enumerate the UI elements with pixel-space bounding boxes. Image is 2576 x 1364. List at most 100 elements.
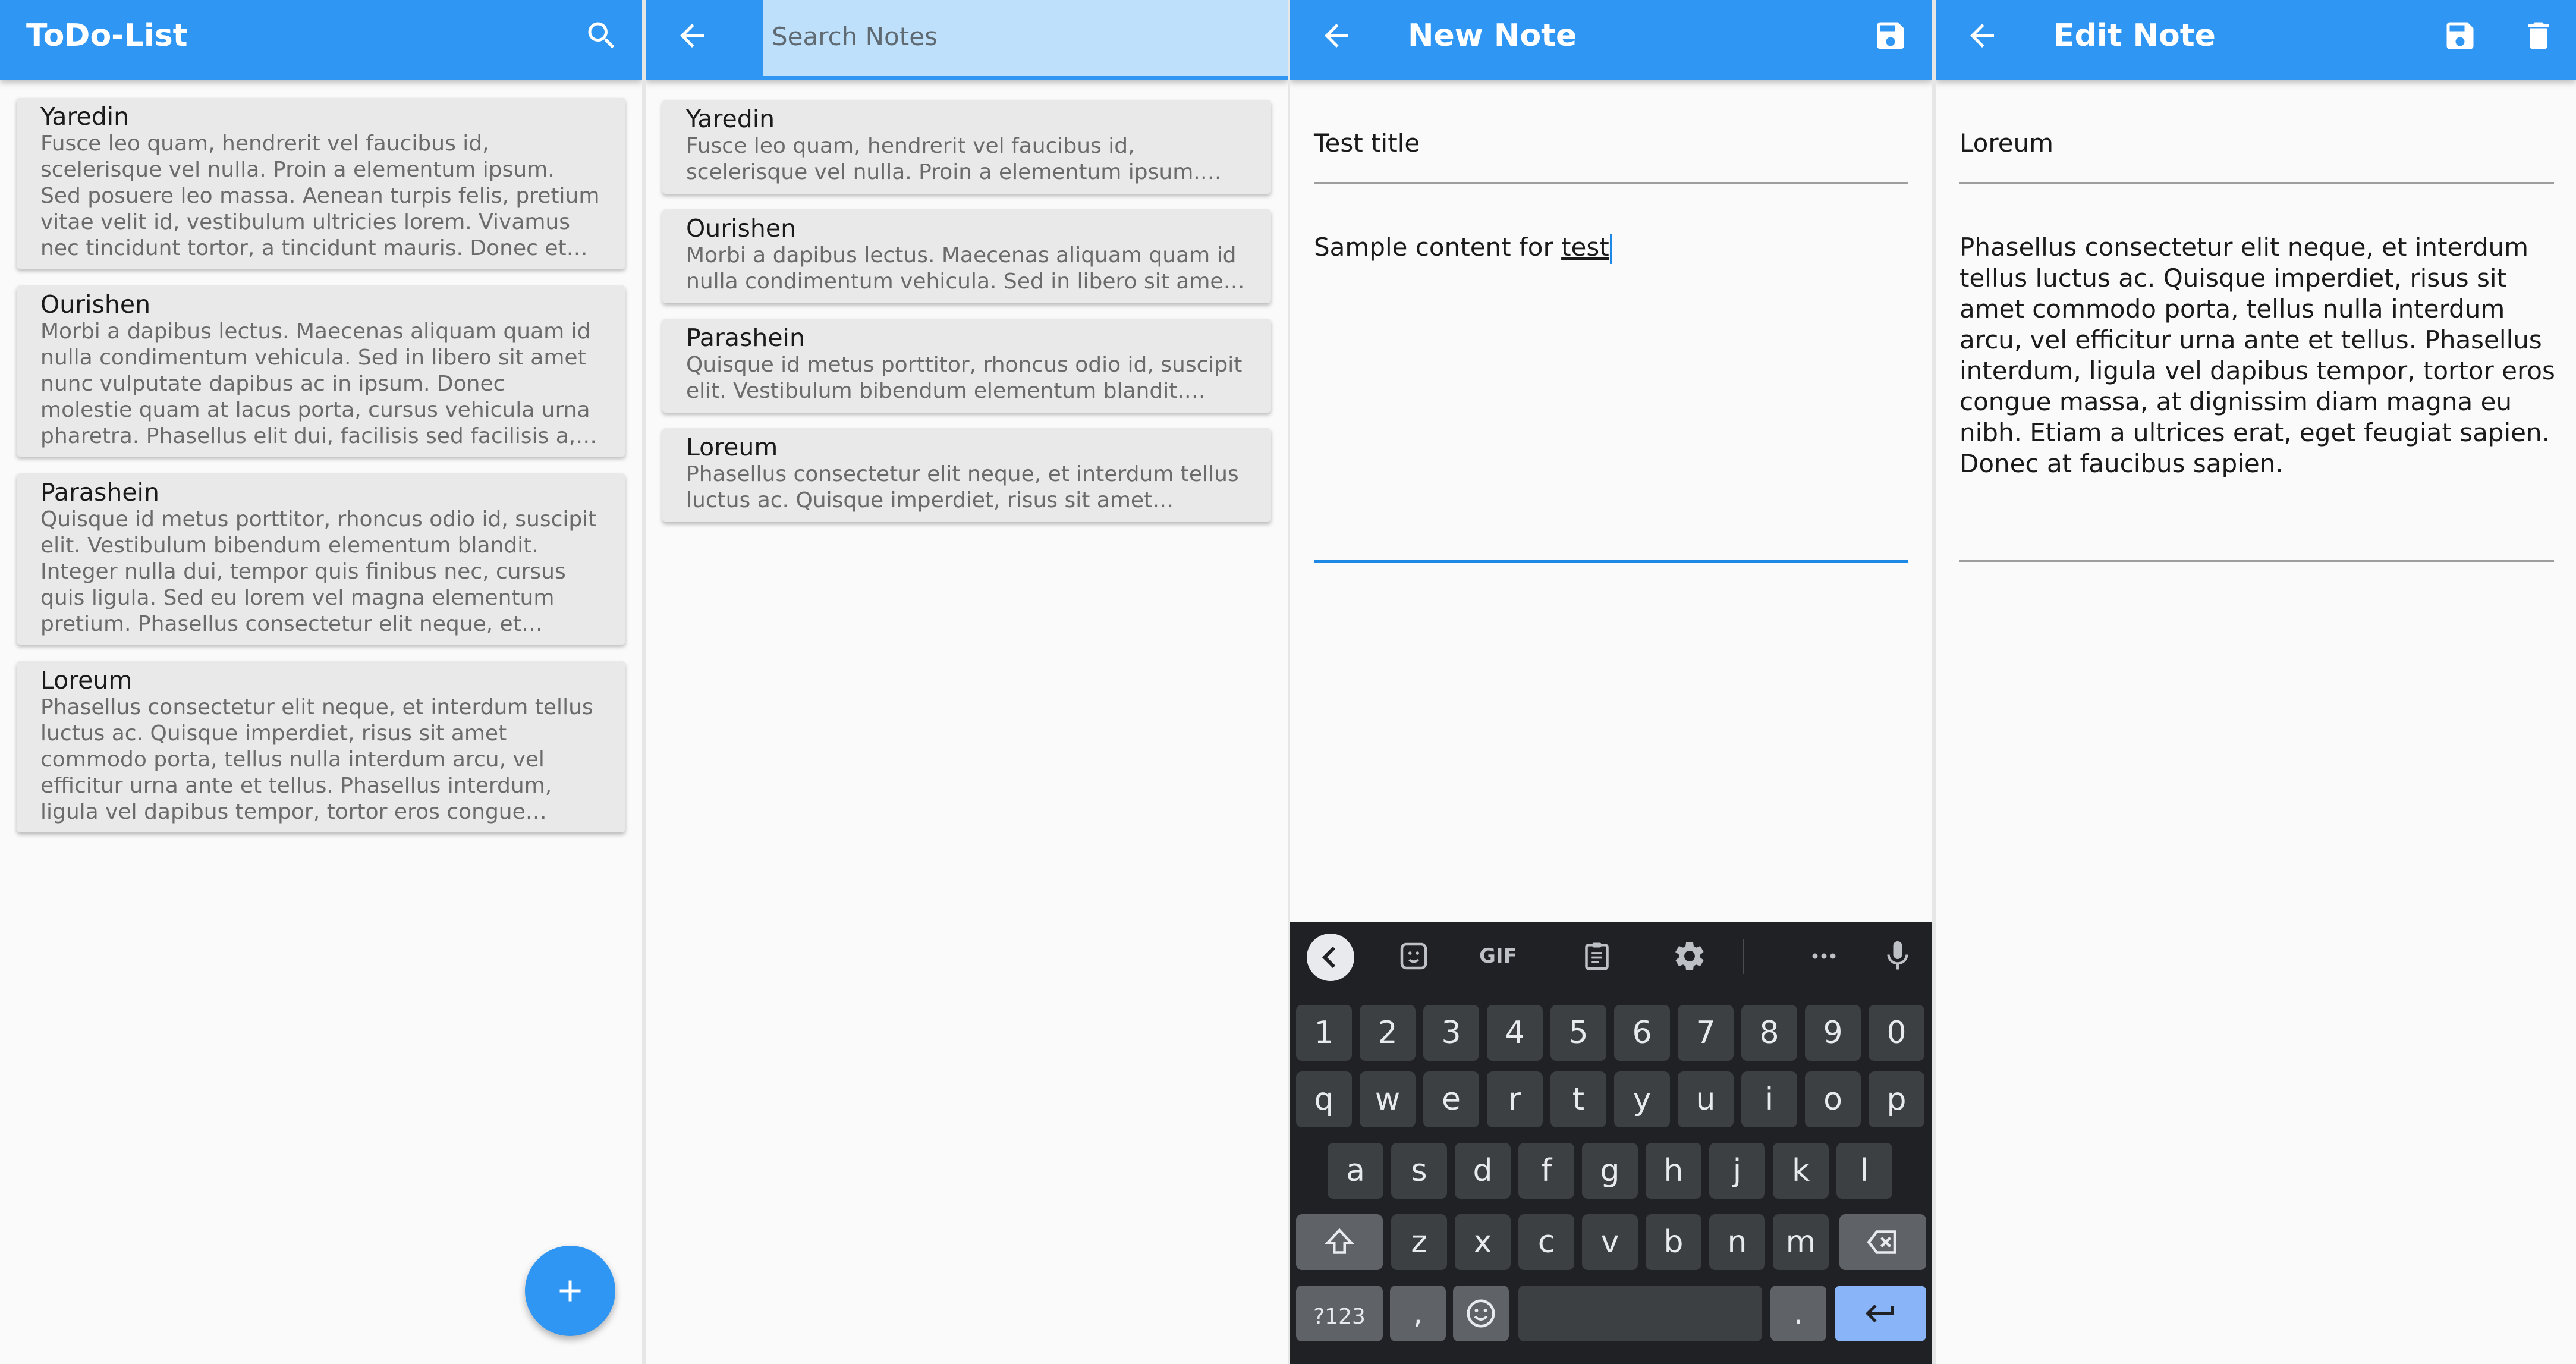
number-key-4[interactable]: 4 — [1487, 1005, 1543, 1061]
title-field[interactable]: Loreum — [1959, 128, 2053, 159]
number-key-8[interactable]: 8 — [1741, 1005, 1797, 1061]
clipboard-icon[interactable] — [1579, 938, 1615, 974]
soft-keyboard: GIF 1234567890 qwertyuiop asdfghjkl z x … — [1290, 922, 1932, 1364]
backspace-key[interactable] — [1839, 1214, 1926, 1270]
note-card-parashein[interactable]: Parashein Quisque id metus porttitor, rh… — [17, 473, 625, 645]
note-card-yaredin[interactable]: Yaredin Fusce leo quam, hendrerit vel fa… — [662, 100, 1271, 194]
letter-key-h[interactable]: h — [1646, 1143, 1701, 1199]
search-screen: Yaredin Fusce leo quam, hendrerit vel fa… — [646, 0, 1288, 1364]
gif-button[interactable]: GIF — [1479, 938, 1517, 974]
letter-key-m[interactable]: m — [1773, 1214, 1829, 1270]
app-bar — [646, 0, 1288, 80]
note-preview: Morbi a dapibus lectus. Maecenas aliquam… — [40, 319, 591, 448]
number-key-1[interactable]: 1 — [1296, 1005, 1352, 1061]
back-arrow-icon[interactable] — [1319, 18, 1354, 54]
keyboard-toolbar: GIF — [1290, 922, 1932, 991]
number-key-2[interactable]: 2 — [1360, 1005, 1416, 1061]
chevron-left-icon — [1322, 946, 1336, 969]
save-icon[interactable] — [2442, 18, 2478, 54]
settings-icon[interactable] — [1672, 938, 1707, 974]
app-title: ToDo-List — [26, 18, 188, 54]
letter-key-g[interactable]: g — [1582, 1143, 1638, 1199]
note-title: Yaredin — [40, 102, 130, 131]
symbols-key[interactable]: ?123 — [1296, 1286, 1383, 1341]
search-icon[interactable] — [584, 18, 619, 54]
number-key-7[interactable]: 7 — [1678, 1005, 1734, 1061]
letter-key-a[interactable]: a — [1328, 1143, 1383, 1199]
title-field-underline — [1959, 182, 2554, 184]
number-key-6[interactable]: 6 — [1614, 1005, 1670, 1061]
letter-key-d[interactable]: d — [1455, 1143, 1511, 1199]
letter-key-u[interactable]: u — [1678, 1071, 1734, 1127]
period-key[interactable]: . — [1770, 1286, 1826, 1341]
letter-key-p[interactable]: p — [1869, 1071, 1924, 1127]
number-key-0[interactable]: 0 — [1869, 1005, 1924, 1061]
note-card-loreum[interactable]: Loreum Phasellus consectetur elit neque,… — [662, 428, 1271, 522]
letter-key-e[interactable]: e — [1423, 1071, 1479, 1127]
note-preview: Fusce leo quam, hendrerit vel faucibus i… — [686, 134, 1200, 184]
keyboard-collapse-button[interactable] — [1307, 934, 1354, 981]
save-icon[interactable] — [1873, 18, 1908, 54]
note-card-ourishen[interactable]: Ourishen Morbi a dapibus lectus. Maecena… — [17, 285, 625, 457]
letter-key-f[interactable]: f — [1518, 1143, 1574, 1199]
title-field[interactable]: Test title — [1314, 128, 1420, 159]
note-title: Ourishen — [40, 290, 151, 319]
note-card-ourishen[interactable]: Ourishen Morbi a dapibus lectus. Maecena… — [662, 209, 1271, 303]
edit-note-screen: Edit Note Loreum Phasellus consectetur e… — [1936, 0, 2576, 1364]
letter-key-z[interactable]: z — [1391, 1214, 1447, 1270]
letter-key-t[interactable]: t — [1550, 1071, 1606, 1127]
note-preview: Fusce leo quam, hendrerit vel faucibus i… — [40, 131, 600, 260]
emoji-key[interactable] — [1453, 1286, 1509, 1341]
note-card-yaredin[interactable]: Yaredin Fusce leo quam, hendrerit vel fa… — [17, 98, 625, 269]
number-key-3[interactable]: 3 — [1423, 1005, 1479, 1061]
new-note-screen: New Note Test title Sample content for t… — [1290, 0, 1932, 1364]
composing-word: test — [1561, 232, 1609, 262]
spacebar-key[interactable] — [1518, 1286, 1762, 1341]
back-arrow-icon[interactable] — [1964, 18, 2000, 54]
page-title: New Note — [1408, 18, 1577, 54]
note-card-loreum[interactable]: Loreum Phasellus consectetur elit neque,… — [17, 661, 625, 832]
note-title: Ourishen — [686, 214, 797, 243]
letter-key-v[interactable]: v — [1582, 1214, 1638, 1270]
back-arrow-icon[interactable] — [674, 18, 710, 54]
letter-key-x[interactable]: x — [1455, 1214, 1511, 1270]
note-preview: Phasellus consectetur elit neque, et int… — [686, 462, 1239, 513]
letter-key-c[interactable]: c — [1518, 1214, 1574, 1270]
search-field[interactable] — [763, 0, 1288, 76]
note-card-parashein[interactable]: Parashein Quisque id metus porttitor, rh… — [662, 319, 1271, 413]
note-title: Yaredin — [686, 105, 775, 133]
title-field-underline — [1314, 182, 1908, 184]
backspace-icon — [1867, 1230, 1896, 1254]
enter-key[interactable] — [1835, 1286, 1926, 1341]
letter-key-r[interactable]: r — [1487, 1071, 1543, 1127]
emoji-icon — [1467, 1299, 1495, 1328]
letter-key-n[interactable]: n — [1709, 1214, 1765, 1270]
letter-key-i[interactable]: i — [1741, 1071, 1797, 1127]
comma-key[interactable]: , — [1390, 1286, 1446, 1341]
mic-icon[interactable] — [1880, 938, 1916, 974]
more-icon[interactable] — [1806, 938, 1842, 974]
add-icon — [559, 1280, 581, 1302]
content-field[interactable]: Phasellus consectetur elit neque, et int… — [1959, 232, 2557, 479]
letter-key-y[interactable]: y — [1614, 1071, 1670, 1127]
note-title: Parashein — [40, 478, 159, 507]
shift-key[interactable] — [1296, 1214, 1383, 1270]
letter-key-q[interactable]: q — [1296, 1071, 1352, 1127]
sticker-icon[interactable] — [1396, 938, 1432, 974]
app-bar: New Note — [1290, 0, 1932, 80]
letter-key-b[interactable]: b — [1646, 1214, 1701, 1270]
letter-key-s[interactable]: s — [1391, 1143, 1447, 1199]
text-cursor — [1609, 234, 1612, 264]
letter-key-k[interactable]: k — [1773, 1143, 1829, 1199]
note-preview: Morbi a dapibus lectus. Maecenas aliquam… — [686, 243, 1237, 294]
content-field[interactable]: Sample content for test — [1314, 232, 1612, 264]
delete-icon[interactable] — [2521, 18, 2556, 54]
search-input[interactable] — [772, 0, 1288, 73]
letter-key-o[interactable]: o — [1805, 1071, 1861, 1127]
number-key-5[interactable]: 5 — [1550, 1005, 1606, 1061]
number-key-9[interactable]: 9 — [1805, 1005, 1861, 1061]
letter-key-j[interactable]: j — [1709, 1143, 1765, 1199]
add-note-button[interactable] — [525, 1246, 615, 1336]
letter-key-w[interactable]: w — [1360, 1071, 1416, 1127]
letter-key-l[interactable]: l — [1836, 1143, 1892, 1199]
